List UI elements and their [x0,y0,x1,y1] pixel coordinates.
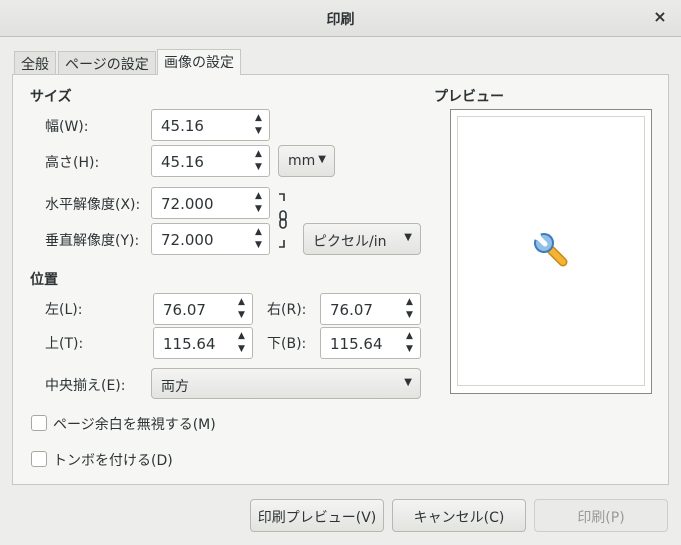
resolution-unit-value: ピクセル/in [313,234,387,250]
left-value: 76.07 [163,301,206,319]
wrench-icon [533,232,568,267]
print-button[interactable]: 印刷(P) [534,499,668,532]
tab-image-settings[interactable]: 画像の設定 [157,49,241,75]
title-bar: 印刷 × [0,0,681,37]
unit-value: mm [288,153,316,169]
preview-heading: プレビュー [434,89,504,105]
up-arrow-icon[interactable]: ▲ [238,332,245,341]
yres-label: 垂直解像度(Y): [45,233,140,249]
width-spinbutton[interactable]: 45.16 ▲ ▼ [151,109,270,141]
down-arrow-icon[interactable]: ▼ [255,241,262,250]
chain-link-icon[interactable] [276,192,290,252]
tab-general[interactable]: 全般 [14,51,56,74]
size-heading: サイズ [30,89,72,105]
ignore-margins-checkbox[interactable] [31,415,47,431]
up-arrow-icon[interactable]: ▲ [255,228,262,237]
up-arrow-icon[interactable]: ▲ [255,192,262,201]
down-arrow-icon[interactable]: ▼ [406,345,413,354]
width-value: 45.16 [161,117,204,135]
down-arrow-icon[interactable]: ▼ [406,311,413,320]
close-icon[interactable]: × [651,7,669,27]
position-heading: 位置 [30,272,58,288]
xres-label: 水平解像度(X): [45,197,141,213]
center-combo[interactable]: 両方 ▼ [151,368,421,399]
width-label: 幅(W): [45,119,89,135]
chevron-down-icon: ▼ [404,232,412,243]
down-arrow-icon[interactable]: ▼ [255,205,262,214]
height-label: 高さ(H): [45,155,100,171]
up-arrow-icon[interactable]: ▲ [255,114,262,123]
chevron-down-icon: ▼ [318,154,326,165]
down-arrow-icon[interactable]: ▼ [255,163,262,172]
down-arrow-icon[interactable]: ▼ [238,345,245,354]
right-spinbutton[interactable]: 76.07 ▲ ▼ [320,293,421,325]
height-spinbutton[interactable]: 45.16 ▲ ▼ [151,145,270,177]
crop-marks-label[interactable]: トンボを付ける(D) [53,450,173,470]
right-value: 76.07 [330,301,373,319]
preview-area [450,109,652,394]
height-value: 45.16 [161,153,204,171]
yres-spinbutton[interactable]: 72.000 ▲ ▼ [151,223,270,255]
resolution-unit-combo[interactable]: ピクセル/in ▼ [303,223,421,255]
cancel-button[interactable]: キャンセル(C) [392,499,526,532]
top-label: 上(T): [45,336,84,352]
xres-spinbutton[interactable]: 72.000 ▲ ▼ [151,187,270,219]
up-arrow-icon[interactable]: ▲ [406,332,413,341]
left-spinbutton[interactable]: 76.07 ▲ ▼ [153,293,253,325]
up-arrow-icon[interactable]: ▲ [255,150,262,159]
down-arrow-icon[interactable]: ▼ [238,311,245,320]
top-value: 115.64 [163,335,216,353]
left-label: 左(L): [45,302,83,318]
crop-marks-checkbox[interactable] [31,451,47,467]
right-label: 右(R): [267,302,307,318]
xres-value: 72.000 [161,195,214,213]
tab-page-setup[interactable]: ページの設定 [58,51,156,74]
unit-combo[interactable]: mm ▼ [278,145,335,177]
up-arrow-icon[interactable]: ▲ [406,298,413,307]
down-arrow-icon[interactable]: ▼ [255,127,262,136]
top-spinbutton[interactable]: 115.64 ▲ ▼ [153,327,253,359]
up-arrow-icon[interactable]: ▲ [238,298,245,307]
bottom-value: 115.64 [330,335,383,353]
yres-value: 72.000 [161,231,214,249]
print-preview-button[interactable]: 印刷プレビュー(V) [250,499,384,532]
dialog-title: 印刷 [326,12,355,28]
bottom-spinbutton[interactable]: 115.64 ▲ ▼ [320,327,421,359]
center-label: 中央揃え(E): [45,378,126,394]
chevron-down-icon: ▼ [404,377,412,388]
bottom-label: 下(B): [267,336,307,352]
center-value: 両方 [161,379,189,395]
ignore-margins-label[interactable]: ページ余白を無視する(M) [53,414,216,434]
